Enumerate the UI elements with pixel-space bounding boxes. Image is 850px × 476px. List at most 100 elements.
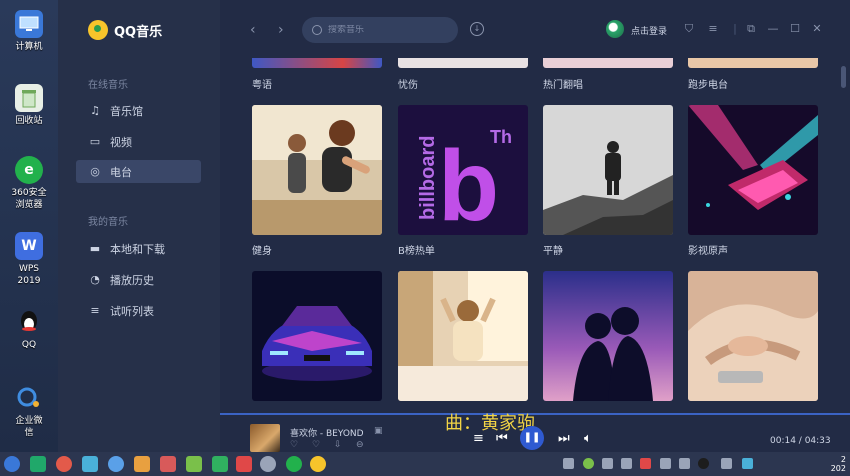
start-icon[interactable] [4,456,20,472]
tile-billboard[interactable]: billboard b Th [398,105,528,235]
tile-couple[interactable] [543,271,673,401]
tile-label[interactable]: 平静 [543,242,563,257]
now-playing-cover[interactable] [250,424,280,452]
mv-icon[interactable]: ▣ [374,426,383,436]
tile-calm[interactable] [543,105,673,235]
settings-gear-icon[interactable] [260,456,276,472]
avatar[interactable] [606,20,624,38]
desktop-icon-qq[interactable]: QQ [0,308,58,351]
tile-label[interactable]: 热门翻唱 [543,76,583,91]
desktop-icon-360-browser[interactable]: e 360安全 浏览器 [0,156,58,211]
qq-music-taskbar-icon[interactable] [310,456,326,472]
skin-icon[interactable]: ⛉ [682,22,696,36]
taskbar-app-icon[interactable] [160,456,176,472]
notification-icon[interactable] [679,458,690,469]
player-bar: 曲：黄家驹 喜欢你 - BEYOND ♡ ♡ ⇩ ⊖ ▣ ≡ ⏮ ❚❚ ⏭ 🔈︎… [220,413,850,452]
sidebar-item-radio[interactable]: ◎ 电台 [76,160,201,183]
music-note-icon: ♫ [90,103,100,117]
desktop-icon-wecom[interactable]: 企业微 信 [0,384,58,439]
sidebar-item-local-download[interactable]: ▬ 本地和下载 [76,237,201,260]
previous-icon[interactable]: ⏮ [496,431,508,446]
calendar-icon[interactable] [236,456,252,472]
keyboard-icon[interactable] [563,458,574,469]
close-icon[interactable]: ✕ [810,22,824,35]
tile-label[interactable]: 影视原声 [688,242,728,257]
back-arrow-icon[interactable]: ‹ [250,22,256,38]
sidebar-item-video[interactable]: ▭ 视频 [76,130,201,153]
more-icon[interactable]: ⊖ [356,440,364,450]
search-input[interactable] [328,25,448,35]
playlist-icon[interactable]: ≡ [473,431,484,446]
mini-mode-icon[interactable]: ⧉ [744,22,758,36]
360-browser-icon[interactable] [286,456,302,472]
volume-icon[interactable]: 🔈︎ [584,431,592,446]
tile-bedroom[interactable] [398,271,528,401]
clock[interactable]: 2 202 [831,455,846,473]
pause-button[interactable]: ❚❚ [520,426,544,450]
desktop-icon-wps[interactable]: W WPS 2019 [0,232,58,287]
section-title-mine: 我的音乐 [88,217,128,228]
forward-arrow-icon[interactable]: › [278,22,284,38]
desktop-icon-label: WPS 2019 [17,264,41,286]
sidebar-item-label: 试听列表 [110,304,154,318]
menu-icon[interactable]: ≡ [706,22,720,35]
taskbar: 2 202 [0,452,850,476]
tile-label[interactable]: B榜热单 [398,242,435,257]
taskbar-app-icon[interactable] [108,456,124,472]
tile-sleep[interactable] [688,271,818,401]
qq-tray-icon[interactable] [698,458,709,469]
tile-cover-partial [252,58,382,68]
sidebar-item-music-hall[interactable]: ♫ 音乐馆 [76,99,201,122]
360-browser-icon: e [15,156,43,184]
dislike-icon[interactable]: ♡ [312,440,320,450]
tile-soundtrack[interactable] [688,105,818,235]
computer-icon [15,10,43,38]
desktop-icon-recycle-bin[interactable]: 回收站 [0,84,58,127]
tray-app-icon[interactable] [583,458,594,469]
desktop-icon-label: 企业微 信 [15,416,43,438]
sidebar-item-history[interactable]: ◔ 播放历史 [76,268,201,291]
qq-penguin-icon [15,308,43,336]
sidebar-item-label: 视频 [110,135,132,149]
minimize-icon[interactable]: — [766,22,780,35]
monitor-icon: ▬ [89,241,101,255]
sidebar: QQ音乐 在线音乐 ♫ 音乐馆 ▭ 视频 ◎ 电台 我的音乐 ▬ 本地和下载 ◔… [58,0,220,452]
next-icon[interactable]: ⏭ [558,431,570,446]
tile-label[interactable]: 跑步电台 [688,76,728,91]
desktop-icon-label: QQ [21,340,37,350]
radio-icon: ◎ [90,164,100,178]
divider: | [733,22,737,35]
taskbar-app-icon[interactable] [56,456,72,472]
tray-app-icon[interactable] [640,458,651,469]
content-scrollbar[interactable] [841,66,846,88]
taskbar-app-icon[interactable] [212,456,228,472]
login-link[interactable]: 点击登录 [631,24,667,37]
qq-music-window: QQ音乐 在线音乐 ♫ 音乐馆 ▭ 视频 ◎ 电台 我的音乐 ▬ 本地和下载 ◔… [58,0,850,452]
maximize-icon[interactable]: ☐ [788,22,802,35]
tile-label[interactable]: 粤语 [252,76,272,91]
taskbar-app-icon[interactable] [186,456,202,472]
tray-app-icon[interactable] [660,458,671,469]
taskbar-app-icon[interactable] [30,456,46,472]
tile-label[interactable]: 忧伤 [398,76,418,91]
like-icon[interactable]: ♡ [290,440,298,450]
voice-search-icon[interactable]: ↓ [470,22,484,36]
network-icon[interactable] [721,458,732,469]
tile-car[interactable] [252,271,382,401]
tile-label[interactable]: 健身 [252,242,272,257]
sidebar-item-trial-list[interactable]: ≡ 试听列表 [76,299,201,322]
tray-app-icon[interactable] [742,458,753,469]
tray-app-icon[interactable] [621,458,632,469]
billboard-superscript: Th [490,127,512,147]
search-box[interactable] [302,17,458,43]
tile-fitness[interactable] [252,105,382,235]
couple-cover-image [543,271,673,401]
playback-time: 00:14 / 04:33 [770,436,831,446]
taskbar-app-icon[interactable] [82,456,98,472]
now-playing-title[interactable]: 喜欢你 - BEYOND [290,426,364,439]
taskbar-app-icon[interactable] [134,456,150,472]
billboard-cover-image: billboard b Th [398,105,528,235]
volume-tray-icon[interactable] [602,458,613,469]
desktop-icon-computer[interactable]: 计算机 [0,10,58,53]
download-icon[interactable]: ⇩ [334,440,342,450]
